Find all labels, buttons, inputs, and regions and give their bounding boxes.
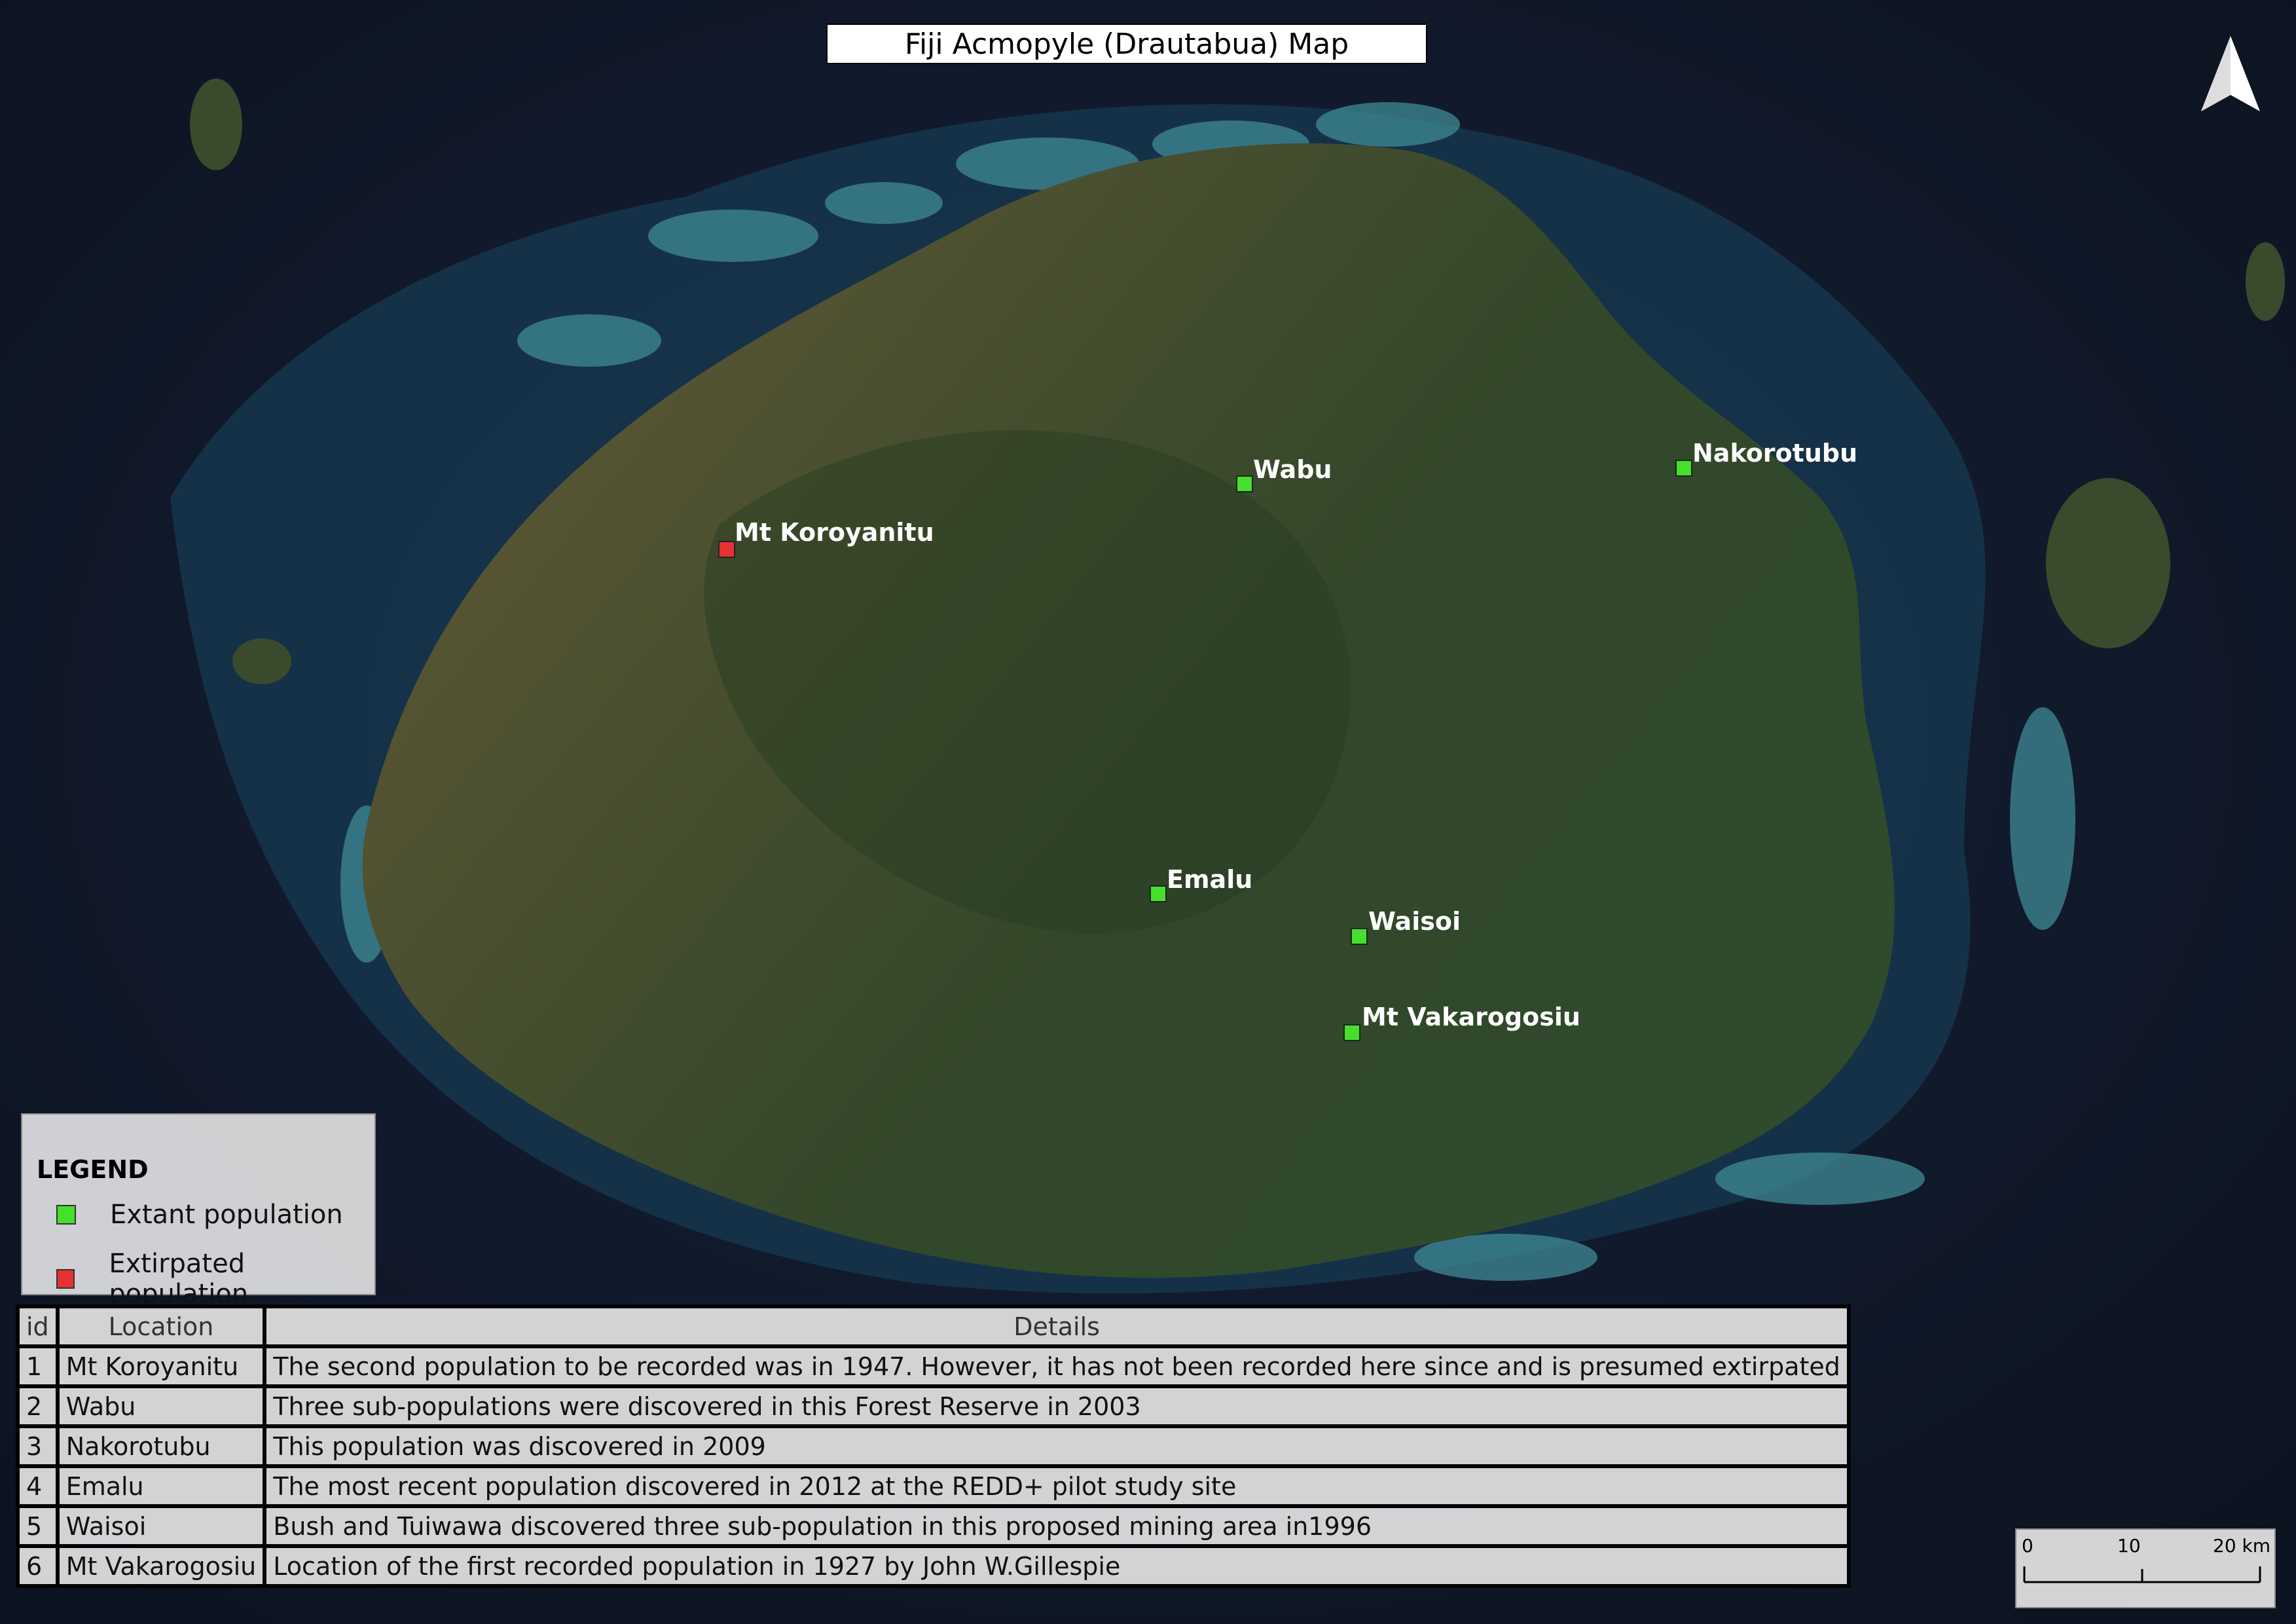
table-cell-location: Mt Koroyanitu (59, 1348, 263, 1384)
site-label-emalu: Emalu (1167, 865, 1252, 894)
site-marker-emalu[interactable] (1150, 885, 1167, 902)
site-marker-nakorotubu[interactable] (1675, 460, 1692, 477)
population-table: id Location Details 1 Mt Koroyanitu The … (16, 1304, 1851, 1588)
table-cell-details: Three sub-populations were discovered in… (266, 1388, 1847, 1424)
table-cell-id: 6 (20, 1548, 56, 1584)
table-row: 4 Emalu The most recent population disco… (20, 1468, 1847, 1504)
table-cell-details: The second population to be recorded was… (266, 1348, 1847, 1384)
table-cell-id: 3 (20, 1428, 56, 1464)
site-marker-waisoi[interactable] (1351, 928, 1368, 945)
legend-panel: LEGEND Extant population Extirpated popu… (21, 1113, 376, 1309)
site-label-mt-koroyanitu: Mt Koroyanitu (735, 518, 934, 547)
site-marker-mt-koroyanitu[interactable] (718, 541, 735, 558)
table-cell-details: This population was discovered in 2009 (266, 1428, 1847, 1464)
table-header-row: id Location Details (20, 1308, 1847, 1344)
north-arrow-icon (2201, 36, 2260, 111)
table-header-location: Location (59, 1308, 263, 1344)
site-marker-wabu[interactable] (1236, 475, 1253, 492)
table-row: 3 Nakorotubu This population was discove… (20, 1428, 1847, 1464)
table-header-details: Details (266, 1308, 1847, 1344)
map-frame: Mt Koroyanitu Wabu Nakorotubu Emalu Wais… (0, 0, 2296, 1624)
table-row: 5 Waisoi Bush and Tuiwawa discovered thr… (20, 1508, 1847, 1544)
legend-item-extirpated: Extirpated population (56, 1249, 374, 1309)
table-cell-id: 4 (20, 1468, 56, 1504)
table-cell-id: 2 (20, 1388, 56, 1424)
table-header-id: id (20, 1308, 56, 1344)
table-cell-location: Mt Vakarogosiu (59, 1548, 263, 1584)
table-cell-location: Wabu (59, 1388, 263, 1424)
table-row: 1 Mt Koroyanitu The second population to… (20, 1348, 1847, 1384)
table-cell-location: Emalu (59, 1468, 263, 1504)
legend-item-extant: Extant population (56, 1200, 343, 1230)
scale-bar: 0 10 20 km (2015, 1528, 2276, 1608)
site-label-waisoi: Waisoi (1368, 907, 1461, 936)
table-cell-location: Nakorotubu (59, 1428, 263, 1464)
table-cell-details: Location of the first recorded populatio… (266, 1548, 1847, 1584)
table-row: 2 Wabu Three sub-populations were discov… (20, 1388, 1847, 1424)
legend-label-extirpated: Extirpated population (109, 1249, 249, 1309)
map-title: Fiji Acmopyle (Drautabua) Map (826, 24, 1427, 64)
table-cell-details: Bush and Tuiwawa discovered three sub-po… (266, 1508, 1847, 1544)
legend-swatch-extant (56, 1205, 76, 1225)
table-cell-id: 1 (20, 1348, 56, 1384)
site-marker-mt-vakarogosiu[interactable] (1343, 1024, 1360, 1041)
legend-swatch-extirpated (56, 1269, 75, 1289)
site-label-wabu: Wabu (1253, 455, 1332, 484)
table-cell-location: Waisoi (59, 1508, 263, 1544)
table-cell-id: 5 (20, 1508, 56, 1544)
legend-title: LEGEND (37, 1155, 149, 1184)
site-label-mt-vakarogosiu: Mt Vakarogosiu (1362, 1003, 1580, 1031)
site-label-nakorotubu: Nakorotubu (1692, 439, 1857, 468)
table-row: 6 Mt Vakarogosiu Location of the first r… (20, 1548, 1847, 1584)
scale-bar-ruler (2023, 1566, 2261, 1583)
legend-label-extant: Extant population (110, 1200, 343, 1230)
table-cell-details: The most recent population discovered in… (266, 1468, 1847, 1504)
